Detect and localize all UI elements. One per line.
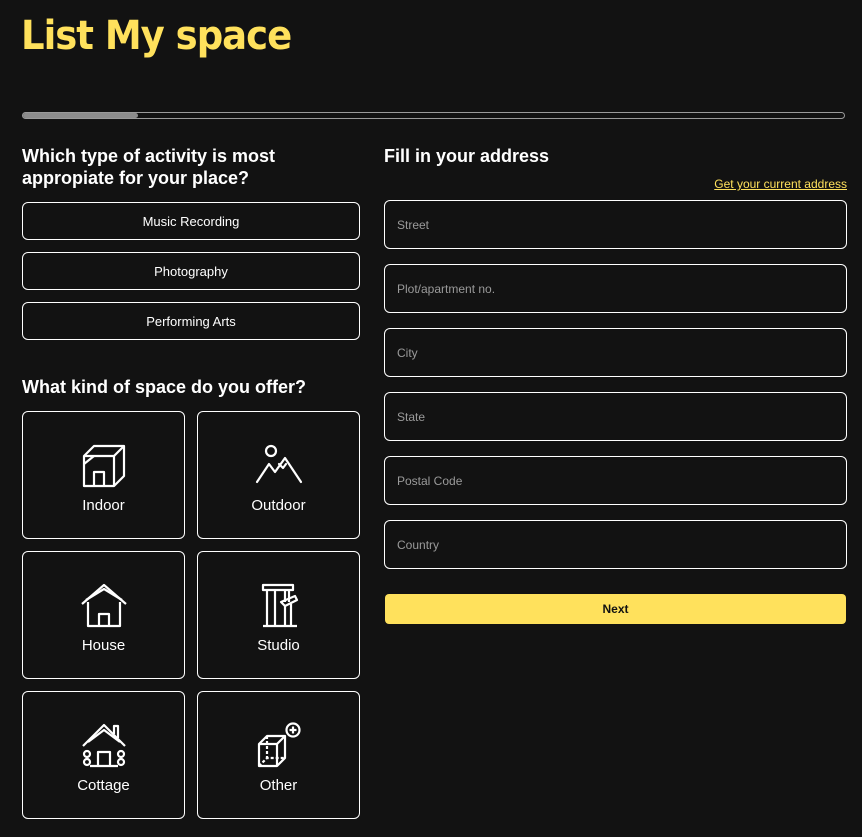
space-card-other[interactable]: Other	[197, 691, 360, 819]
indoor-icon	[82, 444, 125, 488]
space-card-indoor[interactable]: Indoor	[22, 411, 185, 539]
cottage-icon	[81, 723, 126, 768]
activity-option-photography[interactable]: Photography	[22, 252, 360, 290]
activity-heading: Which type of activity is most appropiat…	[22, 146, 276, 188]
space-card-label: House	[81, 637, 126, 654]
space-card-studio[interactable]: Studio	[197, 551, 360, 679]
house-icon	[80, 583, 127, 628]
space-card-label: Other	[259, 777, 298, 794]
plot-field[interactable]	[384, 264, 847, 313]
progress-fill	[23, 113, 138, 118]
space-card-label: Indoor	[82, 497, 125, 514]
postal-code-field[interactable]	[384, 456, 847, 505]
country-field[interactable]	[384, 520, 847, 569]
address-heading: Fill in your address	[384, 146, 550, 166]
activity-option-music-recording[interactable]: Music Recording	[22, 202, 360, 240]
page-title: List My space	[21, 12, 292, 59]
progress-bar	[22, 112, 845, 119]
city-field[interactable]	[384, 328, 847, 377]
studio-icon	[261, 583, 298, 628]
space-card-label: Cottage	[77, 777, 130, 794]
other-icon	[257, 722, 301, 768]
space-card-house[interactable]: House	[22, 551, 185, 679]
outdoor-icon	[255, 444, 302, 484]
space-card-cottage[interactable]: Cottage	[22, 691, 185, 819]
current-address-link[interactable]: Get your current address	[714, 177, 847, 191]
street-field[interactable]	[384, 200, 847, 249]
space-card-label: Outdoor	[251, 497, 306, 514]
state-field[interactable]	[384, 392, 847, 441]
next-button[interactable]: Next	[385, 594, 846, 624]
space-heading: What kind of space do you offer?	[22, 377, 307, 397]
space-card-label: Studio	[257, 637, 300, 654]
activity-option-performing-arts[interactable]: Performing Arts	[22, 302, 360, 340]
space-card-outdoor[interactable]: Outdoor	[197, 411, 360, 539]
